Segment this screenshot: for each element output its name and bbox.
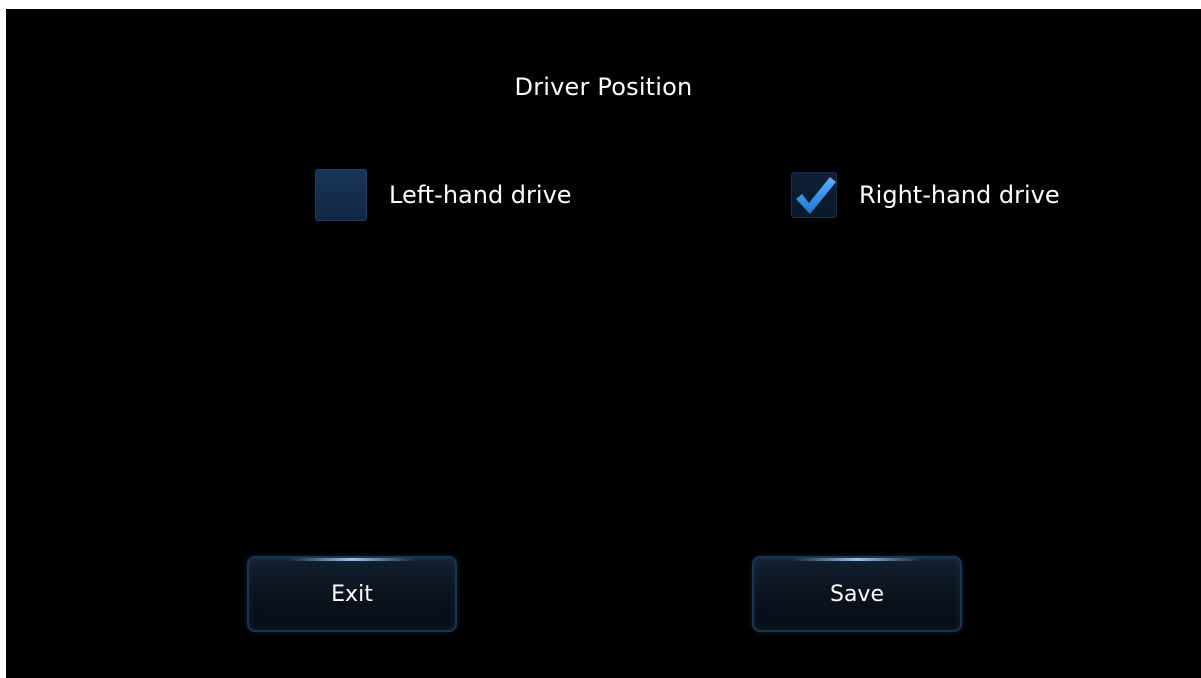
right-hand-drive-option[interactable]: Right-hand drive: [791, 168, 1060, 222]
save-button-label: Save: [829, 581, 884, 607]
page-title: Driver Position: [514, 73, 693, 101]
left-hand-drive-checkbox[interactable]: [315, 169, 367, 221]
left-hand-drive-option[interactable]: Left-hand drive: [315, 168, 572, 222]
button-highlight: [286, 558, 418, 561]
right-hand-drive-label: Right-hand drive: [859, 181, 1060, 209]
button-highlight: [791, 558, 923, 561]
save-button[interactable]: Save: [752, 556, 962, 632]
exit-button[interactable]: Exit: [247, 556, 457, 632]
driver-position-screen: Driver Position Left-hand drive Right-ha…: [6, 9, 1201, 678]
checkmark-icon: [796, 177, 836, 214]
left-hand-drive-label: Left-hand drive: [389, 181, 572, 209]
right-hand-drive-checkbox[interactable]: [791, 172, 837, 218]
exit-button-label: Exit: [331, 581, 373, 607]
